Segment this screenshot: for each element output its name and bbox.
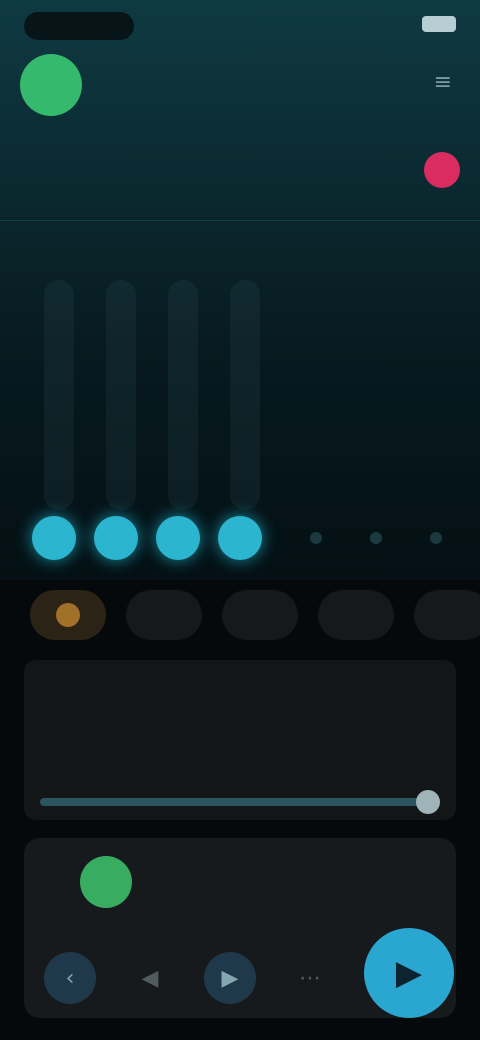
chip-5[interactable] xyxy=(414,590,480,640)
bar-handle-1[interactable] xyxy=(32,516,76,560)
card-slider-handle[interactable] xyxy=(416,790,440,814)
bar-handle-2[interactable] xyxy=(94,516,138,560)
status-icons xyxy=(402,16,456,32)
chip-dot-icon xyxy=(56,603,80,627)
chip-4[interactable] xyxy=(318,590,394,640)
status-bar xyxy=(24,8,456,44)
chip-2[interactable] xyxy=(126,590,202,640)
chip-row xyxy=(30,590,480,650)
bar-dot-5[interactable] xyxy=(310,532,322,544)
bar-dot-7[interactable] xyxy=(430,532,442,544)
chip-1[interactable] xyxy=(30,590,106,640)
info-section xyxy=(20,140,460,200)
bar-dot-6[interactable] xyxy=(370,532,382,544)
player-panel: ‹ ◀ ▶ ⋯ ▶ xyxy=(24,838,456,1018)
bar-track-4 xyxy=(230,280,260,510)
bar-handle-3[interactable] xyxy=(156,516,200,560)
dots-icon[interactable]: ⋯ xyxy=(284,952,336,1004)
chevron-left-icon[interactable]: ‹ xyxy=(44,952,96,1004)
menu-icon[interactable]: ≡ xyxy=(434,70,452,95)
status-badge[interactable] xyxy=(424,152,460,188)
bar-track-1 xyxy=(44,280,74,510)
bar-track-3 xyxy=(168,280,198,510)
track-avatar[interactable] xyxy=(80,856,132,908)
status-pill xyxy=(24,12,134,40)
card-slider-track[interactable] xyxy=(40,798,440,806)
forward-icon[interactable]: ▶ xyxy=(204,952,256,1004)
equalizer-bars xyxy=(24,270,464,570)
chip-3[interactable] xyxy=(222,590,298,640)
divider xyxy=(0,220,480,221)
play-icon[interactable]: ▶ xyxy=(364,928,454,1018)
header: ≡ xyxy=(20,54,460,124)
rewind-icon[interactable]: ◀ xyxy=(124,952,176,1004)
bar-track-2 xyxy=(106,280,136,510)
avatar[interactable] xyxy=(20,54,82,116)
battery-icon xyxy=(422,16,456,32)
info-card xyxy=(24,660,456,820)
bar-handle-4[interactable] xyxy=(218,516,262,560)
